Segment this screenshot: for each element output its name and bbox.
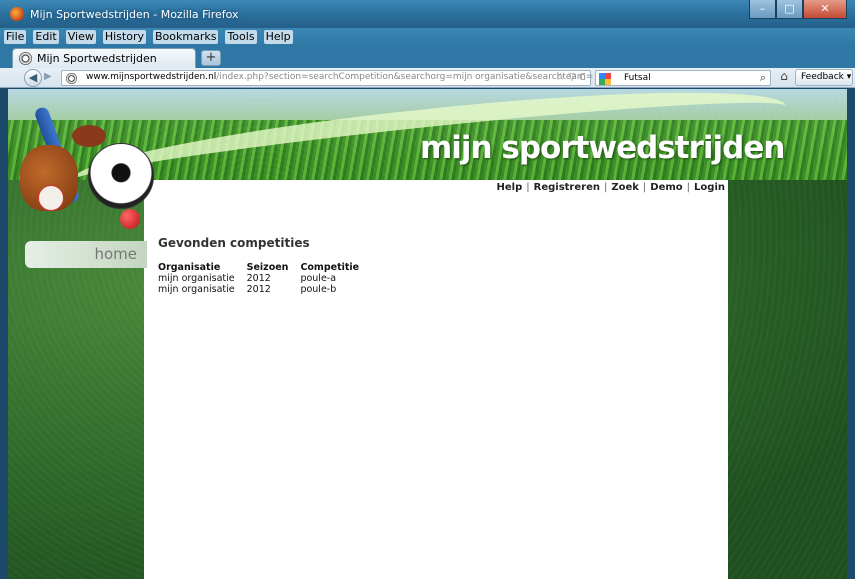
column-header-organisatie: Organisatie — [158, 262, 221, 273]
window-titlebar: Mijn Sportwedstrijden - Mozilla Firefox … — [0, 0, 855, 28]
nav-zoek-link[interactable]: Zoek — [611, 182, 639, 193]
page-title: Gevonden competities — [158, 236, 310, 250]
url-text: www.mijnsportwedstrijden.nl/index.php?se… — [86, 72, 593, 82]
search-icon[interactable]: ⌕ — [760, 71, 766, 85]
main-content: Help | Registreren | Zoek | Demo | Login Gevonde… — [144, 180, 728, 579]
feedback-button[interactable]: Feedback ▾ — [795, 69, 853, 86]
nav-registreren-link[interactable]: Registreren — [534, 182, 600, 193]
close-button[interactable]: ✕ — [803, 0, 847, 19]
navigation-toolbar: ◀ ▶ www.mijnsportwedstrijden.nl/index.ph… — [0, 68, 855, 88]
site-identity-icon[interactable] — [66, 73, 77, 84]
minimize-button[interactable]: – — [749, 0, 776, 19]
menu-history[interactable]: History — [102, 30, 146, 44]
cell-organisatie: mijn organisatie — [158, 284, 235, 295]
cell-seizoen: 2012 — [246, 284, 271, 295]
column-header-competitie: Competitie — [300, 262, 360, 273]
cell-seizoen: 2012 — [246, 273, 271, 284]
google-icon[interactable] — [599, 73, 611, 85]
tab-label: Mijn Sportwedstrijden — [37, 52, 157, 65]
nav-separator: | — [686, 182, 691, 193]
menu-edit[interactable]: Edit — [33, 30, 59, 44]
cell-competitie[interactable]: poule-a — [300, 273, 371, 284]
url-path: /index.php?section=searchCompetition&sea… — [216, 72, 594, 82]
cell-competitie[interactable]: poule-b — [300, 284, 371, 295]
nav-separator: | — [642, 182, 647, 193]
sidebar-home-link[interactable]: home — [25, 241, 147, 268]
back-button[interactable]: ◀ — [24, 69, 42, 87]
firefox-logo-icon — [10, 7, 24, 21]
site-navigation: Help | Registreren | Zoek | Demo | Login — [497, 182, 726, 193]
new-tab-button[interactable]: + — [201, 50, 221, 66]
nav-separator: | — [526, 182, 530, 193]
menu-view[interactable]: View — [65, 30, 96, 44]
nav-help-link[interactable]: Help — [497, 182, 523, 193]
search-input[interactable]: Futsal — [624, 73, 651, 83]
baseball-icon — [38, 185, 64, 211]
home-button[interactable]: ⌂ — [776, 69, 792, 86]
table-row: mijn organisatie 2012 poule-b — [158, 284, 371, 295]
menu-bookmarks[interactable]: Bookmarks — [152, 30, 219, 44]
table-header-row: Organisatie Seizoen Competitie — [158, 262, 371, 273]
nav-separator: | — [603, 182, 608, 193]
nav-login-link[interactable]: Login — [694, 182, 725, 193]
window-controls: – □ ✕ — [749, 0, 847, 19]
window-title: Mijn Sportwedstrijden - Mozilla Firefox — [30, 8, 239, 21]
sports-balls-illustration — [16, 105, 156, 229]
nav-demo-link[interactable]: Demo — [650, 182, 682, 193]
url-domain: www.mijnsportwedstrijden.nl — [86, 72, 217, 82]
cell-organisatie: mijn organisatie — [158, 273, 235, 284]
menu-items: File Edit View History Bookmarks Tools H… — [4, 30, 293, 44]
american-football-icon — [72, 125, 106, 147]
soccer-ball-icon — [88, 143, 154, 209]
menubar: File Edit View History Bookmarks Tools H… — [0, 28, 855, 46]
competitions-table: Organisatie Seizoen Competitie mijn orga… — [158, 262, 371, 295]
address-bar[interactable]: www.mijnsportwedstrijden.nl/index.php?se… — [61, 70, 593, 86]
banner-swoosh — [66, 89, 790, 180]
site-logo-text: mijn sportwedstrijden — [420, 130, 785, 166]
forward-button[interactable]: ▶ — [44, 71, 52, 82]
table-row: mijn organisatie 2012 poule-a — [158, 273, 371, 284]
menu-help[interactable]: Help — [263, 30, 293, 44]
search-bar[interactable]: Futsal ⌕ — [595, 70, 771, 86]
column-header-seizoen: Seizoen — [246, 262, 289, 273]
menu-file[interactable]: File — [4, 30, 27, 44]
menu-tools[interactable]: Tools — [225, 30, 257, 44]
url-action-icons[interactable]: ☆ ▽ C — [556, 72, 586, 83]
tab-bar: Mijn Sportwedstrijden + — [0, 46, 855, 68]
tab-mijn-sportwedstrijden[interactable]: Mijn Sportwedstrijden — [12, 48, 196, 68]
red-ball-icon — [120, 209, 140, 229]
soccer-ball-icon — [19, 52, 32, 65]
web-page: mijn sportwedstrijden home Help | Registre… — [8, 89, 847, 579]
maximize-button[interactable]: □ — [776, 0, 803, 19]
